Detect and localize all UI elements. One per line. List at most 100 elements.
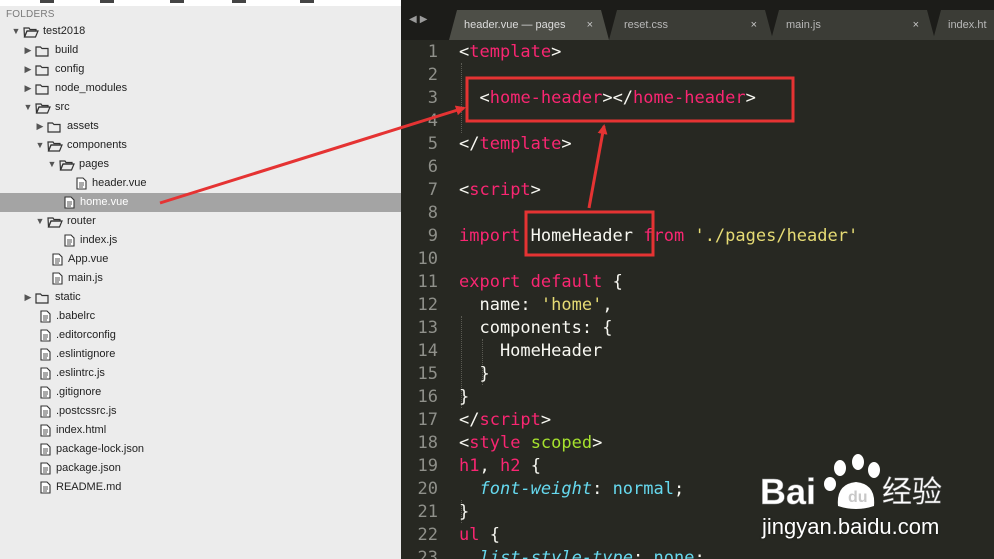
tree-item-label: config — [55, 63, 85, 75]
code-line[interactable]: 15 } — [401, 363, 994, 386]
tree-file-readme-md[interactable]: README.md — [0, 478, 401, 497]
tree-folder-config[interactable]: ▶ config — [0, 60, 401, 79]
forward-arrow-icon[interactable]: ▶ — [420, 14, 431, 25]
tree-item-label: .babelrc — [56, 310, 96, 322]
code-line[interactable]: 16} — [401, 386, 994, 409]
code-token: } — [459, 364, 490, 384]
code-token: : — [633, 548, 654, 559]
tree-file-eslintignore[interactable]: .eslintignore — [0, 345, 401, 364]
svg-text:du: du — [848, 489, 868, 506]
tree-folder-src[interactable]: ▼ src — [0, 98, 401, 117]
code-line[interactable]: 23 list-style-type: none; — [401, 547, 994, 559]
line-number: 11 — [417, 272, 438, 292]
close-icon[interactable]: × — [913, 10, 919, 40]
code-token: > — [540, 410, 552, 430]
tree-item-label: src — [55, 101, 70, 113]
code-text: HomeHeader — [459, 340, 602, 363]
code-token: , — [479, 456, 500, 476]
disclosure-open-icon[interactable]: ▼ — [34, 212, 46, 231]
tree-folder-test2018[interactable]: ▼ test2018 — [0, 22, 401, 41]
tree-item-label: pages — [79, 158, 109, 170]
code-text: </template> — [459, 133, 572, 156]
tree-folder-components[interactable]: ▼ components — [0, 136, 401, 155]
code-line[interactable]: 9 import HomeHeader from './pages/header' — [401, 225, 994, 248]
tree-file-gitignore[interactable]: .gitignore — [0, 383, 401, 402]
code-line[interactable]: 2 — [401, 64, 994, 87]
close-icon[interactable]: × — [587, 10, 593, 40]
tree-item-label: README.md — [56, 481, 122, 493]
tree-folder-router[interactable]: ▼ router — [0, 212, 401, 231]
disclosure-open-icon[interactable]: ▼ — [10, 22, 22, 41]
code-text: h1, h2 { — [459, 455, 541, 478]
code-text: import HomeHeader from './pages/header' — [459, 225, 858, 248]
code-line[interactable]: 17 </script> — [401, 409, 994, 432]
tree-file-eslintrc-js[interactable]: .eslintrc.js — [0, 364, 401, 383]
tab-nav-arrows[interactable]: ◀▶ — [409, 14, 430, 25]
tree-file-package-lock-json[interactable]: package-lock.json — [0, 440, 401, 459]
code-token: home-header — [489, 88, 603, 108]
code-token: > — [530, 180, 541, 200]
code-token: { — [479, 525, 500, 545]
tree-file-package-json[interactable]: package.json — [0, 459, 401, 478]
disclosure-closed-icon[interactable]: ▶ — [22, 79, 34, 98]
code-line[interactable]: 12 name: 'home', — [401, 294, 994, 317]
tree-file-index-html[interactable]: index.html — [0, 421, 401, 440]
code-token: scoped — [530, 433, 593, 453]
code-text: <home-header></home-header> — [459, 87, 755, 110]
line-number: 10 — [417, 249, 438, 269]
line-number: 19 — [417, 456, 438, 476]
code-token: style — [469, 433, 521, 453]
svg-text:Bai: Bai — [760, 471, 816, 512]
tree-folder-assets[interactable]: ▶ assets — [0, 117, 401, 136]
tree-item-label: node_modules — [55, 82, 128, 94]
disclosure-closed-icon[interactable]: ▶ — [22, 60, 34, 79]
tab-header-vue[interactable]: header.vue — pages × — [449, 10, 609, 40]
code-line[interactable]: 5 </template> — [401, 133, 994, 156]
tree-folder-node-modules[interactable]: ▶ node_modules — [0, 79, 401, 98]
disclosure-open-icon[interactable]: ▼ — [22, 98, 34, 117]
back-arrow-icon[interactable]: ◀ — [409, 14, 420, 25]
code-token: script — [469, 180, 531, 200]
code-token: ul — [459, 525, 480, 545]
disclosure-closed-icon[interactable]: ▶ — [34, 117, 46, 136]
tab-index-html[interactable]: index.ht — [933, 10, 994, 40]
code-line[interactable]: 4 — [401, 110, 994, 133]
code-line[interactable]: 8 — [401, 202, 994, 225]
tab-main-js[interactable]: main.js × — [771, 10, 935, 40]
code-line[interactable]: 1 <template> — [401, 41, 994, 64]
code-line[interactable]: 3 <home-header></home-header> — [401, 87, 994, 110]
tree-folder-static[interactable]: ▶ static — [0, 288, 401, 307]
tree-item-label: assets — [67, 120, 99, 132]
tree-folder-pages[interactable]: ▼ pages — [0, 155, 401, 174]
tree-item-label: package-lock.json — [56, 443, 145, 455]
code-token: h1 — [459, 456, 480, 476]
tree-file-header-vue[interactable]: header.vue — [0, 174, 401, 193]
tree-file-app-vue[interactable]: App.vue — [0, 250, 401, 269]
disclosure-closed-icon[interactable]: ▶ — [22, 41, 34, 60]
tab-reset-css[interactable]: reset.css × — [609, 10, 773, 40]
tree-file-home-vue[interactable]: home.vue — [0, 193, 401, 212]
tree-folder-build[interactable]: ▶ build — [0, 41, 401, 60]
code-line[interactable]: 14 HomeHeader — [401, 340, 994, 363]
tree-file-router-index-js[interactable]: index.js — [0, 231, 401, 250]
code-line[interactable]: 10 — [401, 248, 994, 271]
close-icon[interactable]: × — [751, 10, 757, 40]
line-number: 7 — [427, 180, 438, 200]
code-line[interactable]: 6 — [401, 156, 994, 179]
code-token: import — [459, 226, 521, 246]
disclosure-open-icon[interactable]: ▼ — [34, 136, 46, 155]
tree-file-editorconfig[interactable]: .editorconfig — [0, 326, 401, 345]
code-token: list-style-type — [479, 548, 634, 559]
disclosure-closed-icon[interactable]: ▶ — [22, 288, 34, 307]
code-line[interactable]: 13 components: { — [401, 317, 994, 340]
code-line[interactable]: 11 export default { — [401, 271, 994, 294]
code-token: h2 — [499, 456, 521, 476]
tree-file-main-js[interactable]: main.js — [0, 269, 401, 288]
code-line[interactable]: 7 <script> — [401, 179, 994, 202]
tree-file-postcssrc-js[interactable]: .postcssrc.js — [0, 402, 401, 421]
tree-file-babelrc[interactable]: .babelrc — [0, 307, 401, 326]
code-token: < — [459, 180, 470, 200]
disclosure-open-icon[interactable]: ▼ — [46, 155, 58, 174]
